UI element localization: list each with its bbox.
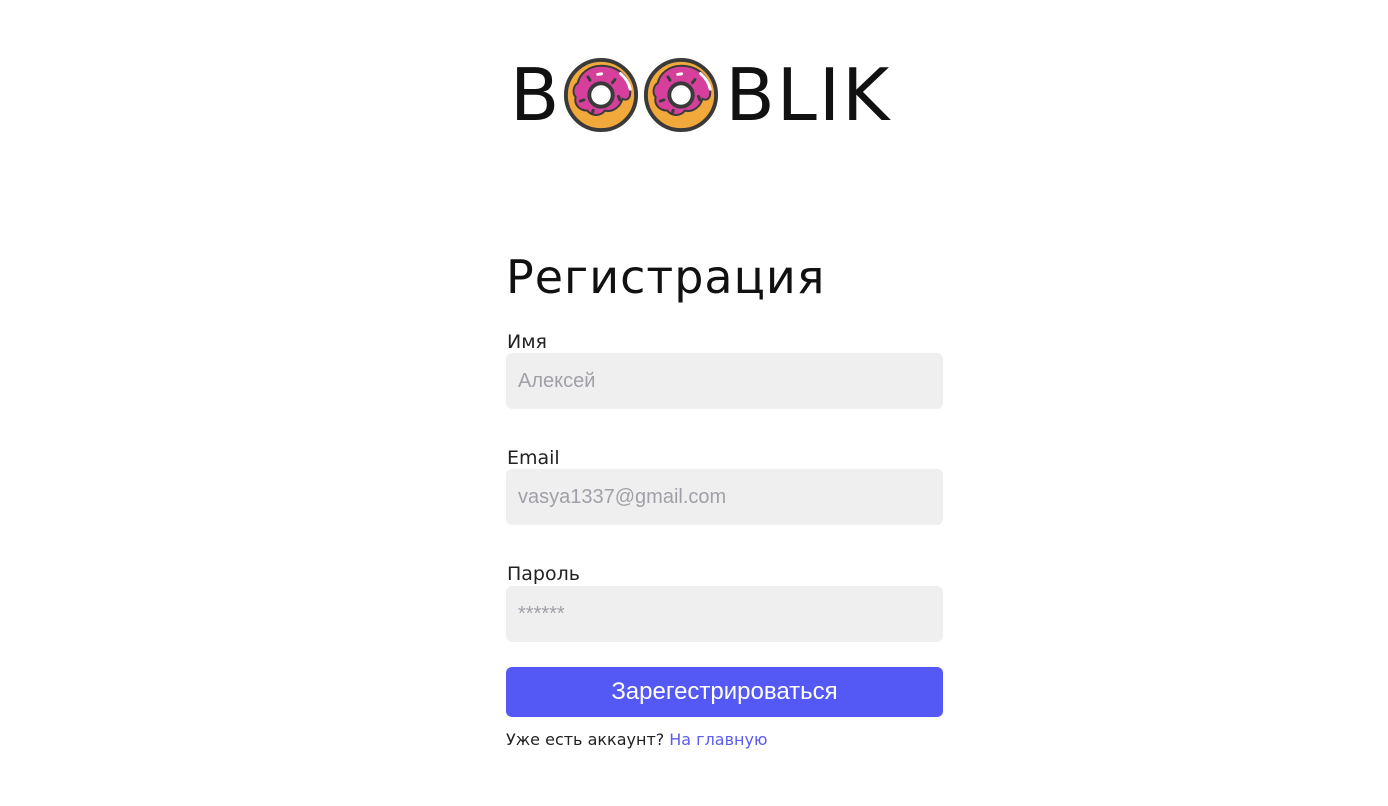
email-label: Email bbox=[507, 447, 560, 469]
logo-letter-b: B bbox=[510, 53, 562, 137]
logo-letters-blik: BLIK bbox=[725, 53, 892, 137]
name-label: Имя bbox=[507, 331, 547, 353]
login-prompt: Уже есть аккаунт? На главную bbox=[506, 730, 767, 749]
donut-icon bbox=[644, 57, 719, 133]
email-input[interactable] bbox=[506, 469, 943, 525]
booblik-logo: B BLIK bbox=[510, 55, 891, 135]
register-button[interactable]: Зарегестрироваться bbox=[506, 667, 943, 717]
password-input[interactable] bbox=[506, 586, 943, 642]
donut-icon bbox=[564, 57, 639, 133]
registration-page: B BLIK Регистрация Имя Алексей Email vas… bbox=[0, 0, 1388, 806]
home-link[interactable]: На главную bbox=[669, 730, 767, 749]
page-title: Регистрация bbox=[506, 250, 826, 304]
login-prompt-text: Уже есть аккаунт? bbox=[506, 730, 665, 749]
name-input[interactable] bbox=[506, 353, 943, 409]
password-label: Пароль bbox=[507, 563, 580, 585]
